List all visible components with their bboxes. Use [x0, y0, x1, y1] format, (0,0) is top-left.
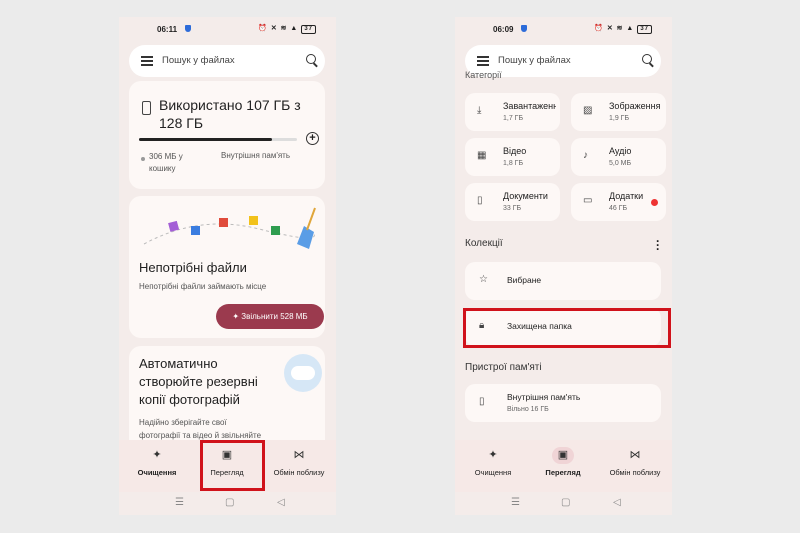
nav-browse[interactable]: ▣ Перегляд [527, 440, 599, 477]
status-bar: 06:11 ⏰ ✕ ≋ ▲ 37 [119, 17, 336, 41]
nav-share[interactable]: ⋈ Обмін поблизу [263, 440, 335, 477]
star-icon: ☆ [479, 274, 488, 285]
browse-icon: ▣ [552, 447, 574, 464]
home-icon[interactable]: ▢ [225, 497, 234, 508]
search-icon[interactable] [306, 54, 316, 64]
nav-browse-label: Перегляд [545, 468, 581, 477]
category-size: 33 ГБ [503, 205, 522, 212]
recents-icon[interactable]: ☰ [175, 497, 184, 508]
shield-icon [521, 25, 527, 32]
search-bar[interactable]: Пошук у файлах [129, 45, 325, 77]
phone-icon: ▯ [479, 396, 485, 407]
junk-title: Непотрібні файли [139, 260, 247, 275]
nav-clean[interactable]: ✦ Очищення [457, 440, 529, 477]
nearby-share-icon: ⋈ [629, 449, 641, 461]
category-size: 1,8 ГБ [503, 160, 524, 167]
document-icon: ▯ [477, 195, 483, 206]
home-icon[interactable]: ▢ [561, 497, 570, 508]
status-icons: ⏰ ✕ ≋ ▲ 37 [258, 24, 316, 34]
menu-icon[interactable] [141, 56, 153, 66]
nav-share[interactable]: ⋈ Обмін поблизу [599, 440, 671, 477]
storage-title: Використано 107 ГБ з 128 ГБ [159, 97, 301, 131]
status-time: 06:11 [157, 25, 178, 34]
nearby-share-icon: ⋈ [293, 449, 305, 461]
recents-icon[interactable]: ☰ [511, 497, 520, 508]
nav-share-label: Обмін поблизу [609, 468, 661, 477]
storage-devices-title: Пристрої пам'яті [465, 362, 542, 373]
free-space-label: Вільно 16 ГБ [507, 406, 549, 413]
backup-title: Автоматично створюйте резервні копії фот… [139, 356, 258, 407]
category-size: 5,0 МБ [609, 160, 632, 167]
category-size: 46 ГБ [609, 205, 628, 212]
categories-heading: Категорії [465, 70, 502, 80]
category-size: 1,7 ГБ [503, 115, 524, 122]
storage-progress-bar [139, 138, 297, 141]
internal-storage-row[interactable]: ▯ Внутрішня пам'ять Вільно 16 ГБ [465, 384, 661, 422]
phone-icon [142, 101, 151, 115]
video-icon: ▦ [477, 150, 487, 161]
highlight-browse [200, 440, 265, 491]
free-up-button[interactable]: ✦ Звільнити 528 МБ [216, 304, 324, 329]
sparkle-icon: ✦ [488, 449, 498, 461]
notification-dot [651, 199, 658, 206]
category-label: Аудіо [609, 146, 632, 156]
bottom-nav: ✦ Очищення ▣ Перегляд ⋈ Обмін поблизу [455, 440, 672, 492]
search-icon[interactable] [642, 54, 652, 64]
system-nav: ☰ ▢ ◁ [455, 492, 672, 515]
nav-share-label: Обмін поблизу [273, 468, 325, 477]
apps-icon: ▭ [583, 195, 593, 206]
nav-clean-label: Очищення [137, 468, 177, 477]
phone-right: 06:09 ⏰ ✕ ≋ ▲ 37 Пошук у файлах Категорі… [455, 17, 672, 515]
highlight-safe-folder [463, 308, 671, 348]
category-images[interactable]: ▨ Зображення 1,9 ГБ [571, 93, 666, 131]
favorites-label: Вибране [507, 275, 542, 285]
search-placeholder: Пошук у файлах [162, 55, 235, 66]
status-time: 06:09 [493, 25, 514, 34]
nav-clean-label: Очищення [474, 468, 512, 477]
trash-size-label: 306 МБ у кошику [149, 152, 183, 173]
internal-storage-label: Внутрішня пам'ять [221, 151, 291, 160]
storage-progress-fill [139, 138, 272, 141]
category-label: Відео [503, 146, 527, 156]
sparkle-icon: ✦ [152, 449, 162, 461]
junk-illustration [143, 207, 316, 249]
category-size: 1,9 ГБ [609, 115, 630, 122]
phone-left: 06:11 ⏰ ✕ ≋ ▲ 37 Пошук у файлах Використ… [119, 17, 336, 515]
shield-icon [185, 25, 191, 32]
category-downloads[interactable]: ⤓ Завантаження 1,7 ГБ [465, 93, 560, 131]
back-icon[interactable]: ◁ [277, 497, 285, 508]
category-audio[interactable]: ♪ Аудіо 5,0 МБ [571, 138, 666, 176]
system-nav: ☰ ▢ ◁ [119, 492, 336, 515]
status-bar: 06:09 ⏰ ✕ ≋ ▲ 37 [455, 17, 672, 41]
free-up-label: Звільнити 528 МБ [241, 312, 308, 321]
battery-icon: 37 [301, 25, 316, 34]
download-icon: ⤓ [477, 105, 482, 116]
image-icon: ▨ [583, 105, 593, 116]
status-icons: ⏰ ✕ ≋ ▲ 37 [594, 24, 652, 34]
junk-description: Непотрібні файли займають місце [139, 282, 267, 291]
favorites-row[interactable]: ☆ Вибране [465, 262, 661, 300]
back-icon[interactable]: ◁ [613, 497, 621, 508]
more-options-icon[interactable]: · · · [656, 235, 660, 255]
nav-clean[interactable]: ✦ Очищення [121, 440, 193, 477]
category-apps[interactable]: ▭ Додатки 46 ГБ [571, 183, 666, 221]
category-documents[interactable]: ▯ Документи 33 ГБ [465, 183, 560, 221]
category-label: Зображення [609, 101, 661, 111]
search-placeholder: Пошук у файлах [498, 55, 571, 66]
junk-files-card[interactable]: Непотрібні файли Непотрібні файли займаю… [129, 196, 325, 338]
legend-dot [141, 157, 145, 161]
category-label: Завантаження [503, 101, 556, 111]
battery-icon: 37 [637, 25, 652, 34]
internal-storage-label: Внутрішня пам'ять [507, 392, 581, 402]
storage-card[interactable]: Використано 107 ГБ з 128 ГБ + 306 МБ у к… [129, 81, 325, 189]
category-video[interactable]: ▦ Відео 1,8 ГБ [465, 138, 560, 176]
music-icon: ♪ [583, 150, 588, 161]
menu-icon[interactable] [477, 56, 489, 66]
add-circle-icon[interactable]: + [306, 132, 319, 145]
collections-title: Колекції [465, 238, 503, 249]
category-label: Документи [503, 191, 548, 201]
cloud-backup-icon [284, 354, 322, 392]
backup-description: Надійно зберігайте свої фотографії та ві… [139, 418, 262, 440]
